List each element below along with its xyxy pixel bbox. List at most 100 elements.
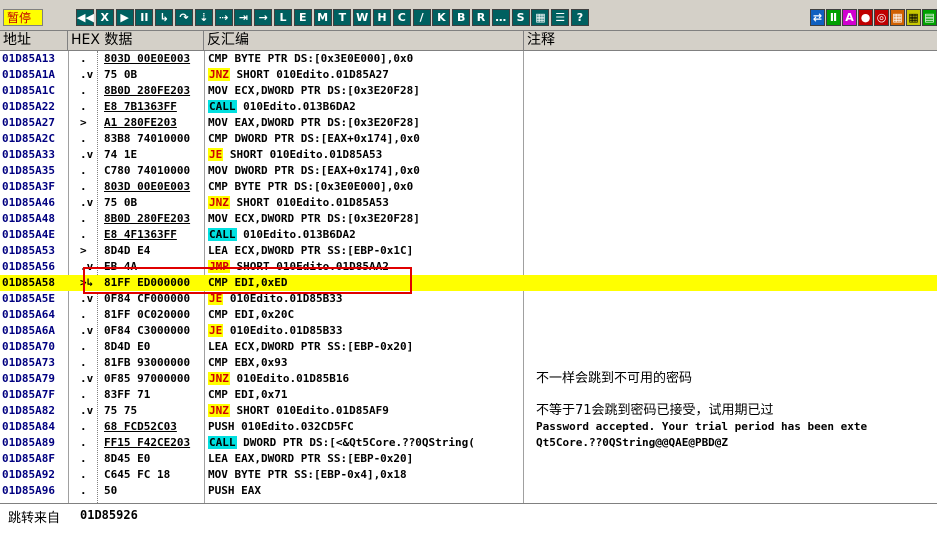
window-w-icon[interactable]: W	[353, 9, 372, 26]
disasm-row[interactable]: 01D85A4E. E8 4F1363FF CALL 010Edito.013B6D…	[0, 227, 937, 243]
operands: 010Edito.01D85B16	[229, 372, 350, 385]
operands: CMP EBX,0x93	[208, 356, 288, 369]
grid2-icon[interactable]: ▦	[890, 9, 905, 26]
operands: PUSH 010Edito.032CD5FC	[208, 420, 354, 433]
row-disasm: JE SHORT 010Edito.01D85A53	[208, 147, 522, 163]
step-over-icon[interactable]: ↷	[175, 9, 193, 26]
jump-marker: .	[80, 84, 87, 97]
disasm-row[interactable]: 01D85A33 .v 74 1E JE SHORT 010Edito.01D85A5…	[0, 147, 937, 163]
disasm-row[interactable]: 01D85A73. 81FB 93000000 CMP EBX,0x93	[0, 355, 937, 371]
row-hex: 75 0B	[104, 195, 200, 211]
window-l-icon[interactable]: L	[274, 9, 292, 26]
grid-icon[interactable]: ▦	[531, 9, 550, 26]
close-icon[interactable]: X	[95, 9, 114, 26]
row-hex: E8 4F1363FF	[104, 227, 200, 243]
window-r-icon[interactable]: R	[472, 9, 490, 26]
row-disasm: MOV EAX,DWORD PTR DS:[0x3E20F28]	[208, 115, 522, 131]
row-comment: Password accepted. Your trial period has…	[536, 420, 868, 433]
plugin-icon[interactable]: Ⅱ	[826, 9, 841, 26]
header-address[interactable]: 地址	[0, 31, 68, 50]
jump-marker: .	[80, 100, 87, 113]
window-k-icon[interactable]: K	[432, 9, 451, 26]
disasm-row[interactable]: 01D85A6A .v 0F84 C3000000 JE 010Edito.01D85…	[0, 323, 937, 339]
row-disasm: MOV DWORD PTR DS:[EAX+0x174],0x0	[208, 163, 522, 179]
row-hex: 8D4D E0	[104, 339, 200, 355]
operands: 010Edito.01D85B33	[223, 324, 343, 337]
record-icon[interactable]: ●	[858, 9, 873, 26]
pause-icon[interactable]: II	[135, 9, 154, 26]
window-t-icon[interactable]: T	[333, 9, 352, 26]
help-icon[interactable]: ?	[571, 9, 589, 26]
header-comment[interactable]: 注释	[524, 31, 937, 50]
disasm-row[interactable]: 01D85A84. 68 FCD52C03 PUSH 010Edito.032CD5…	[0, 419, 937, 435]
disasm-row[interactable]: 01D85A96. 50 PUSH EAX	[0, 483, 937, 499]
highlight-box	[83, 267, 412, 294]
window-slash-icon[interactable]: /	[412, 9, 431, 26]
options-icon[interactable]: ☰	[551, 9, 570, 26]
operands: LEA ECX,DWORD PTR SS:[EBP-0x20]	[208, 340, 414, 353]
cells-icon[interactable]: ▤	[922, 9, 937, 26]
window-s-icon[interactable]: S	[511, 9, 530, 26]
disasm-row[interactable]: 01D85A92. C645 FC 18 MOV BYTE PTR SS:[EBP-…	[0, 467, 937, 483]
disasm-row[interactable]: 01D85A48. 8B0D 280FE203 MOV ECX,DWORD PTR …	[0, 211, 937, 227]
row-address: 01D85A7F	[2, 388, 55, 401]
header-disasm[interactable]: 反汇编	[204, 31, 524, 50]
disasm-row[interactable]: 01D85A46 .v 75 0B JNZ SHORT 010Edito.01D85A…	[0, 195, 937, 211]
target-icon[interactable]: ◎	[874, 9, 889, 26]
row-hex: C645 FC 18	[104, 467, 200, 483]
row-disasm: CMP BYTE PTR DS:[0x3E0E000],0x0	[208, 51, 522, 67]
hex-bytes: 0F85 97000000	[104, 372, 191, 385]
operands: SHORT 010Edito.01D85AF9	[229, 404, 389, 417]
disasm-row[interactable]: 01D85A82 .v 75 75 JNZ SHORT 010Edito.01D85A…	[0, 403, 937, 419]
disasm-row[interactable]: 01D85A27 > A1 280FE203 MOV EAX,DWORD PTR DS…	[0, 115, 937, 131]
window-m-icon[interactable]: M	[313, 9, 332, 26]
disasm-row[interactable]: 01D85A22. E8 7B1363FF CALL 010Edito.013B6D…	[0, 99, 937, 115]
grid3-icon[interactable]: ▦	[906, 9, 921, 26]
operands: DWORD PTR DS:[<&Qt5Core.??0QString(	[236, 436, 475, 449]
disasm-row[interactable]: 01D85A64. 81FF 0C020000 CMP EDI,0x20C	[0, 307, 937, 323]
disasm-row[interactable]: 01D85A8F. 8D45 E0 LEA EAX,DWORD PTR SS:[EB…	[0, 451, 937, 467]
row-hex: 83FF 71	[104, 387, 200, 403]
letter-a-icon[interactable]: A	[842, 9, 857, 26]
hex-bytes: 8D4D E0	[104, 340, 151, 353]
rewind-icon[interactable]: ◀◀	[76, 9, 94, 26]
disasm-row[interactable]: 01D85A2C. 83B8 74010000 CMP DWORD PTR DS:[…	[0, 131, 937, 147]
jump-marker: .	[80, 308, 87, 321]
row-disasm: PUSH 010Edito.032CD5FC	[208, 419, 522, 435]
window-dots-icon[interactable]: …	[491, 9, 510, 26]
disasm-row[interactable]: 01D85A79 .v 0F85 97000000 JNZ 010Edito.01D8…	[0, 371, 937, 387]
row-disasm: LEA EAX,DWORD PTR SS:[EBP-0x20]	[208, 451, 522, 467]
disasm-row[interactable]: 01D85A70. 8D4D E0 LEA ECX,DWORD PTR SS:[EB…	[0, 339, 937, 355]
jump-marker: .	[80, 180, 87, 193]
header-hex[interactable]: HEX 数据	[68, 31, 204, 50]
row-hex: 8B0D 280FE203	[104, 211, 200, 227]
disasm-row[interactable]: 01D85A53 >8D4D E4 LEA ECX,DWORD PTR SS:[EB…	[0, 243, 937, 259]
disasm-row[interactable]: 01D85A1A .v 75 0B JNZ SHORT 010Edito.01D85A…	[0, 67, 937, 83]
goto-icon[interactable]: →	[254, 9, 273, 26]
window-h-icon[interactable]: H	[373, 9, 391, 26]
step-into-icon[interactable]: ↳	[155, 9, 174, 26]
switch-icon[interactable]: ⇄	[810, 9, 825, 26]
disasm-row[interactable]: 01D85A13. 803D 00E0E003 CMP BYTE PTR DS:[0…	[0, 51, 937, 67]
mnemonic: JE	[208, 324, 224, 337]
operands: MOV BYTE PTR SS:[EBP-0x4],0x18	[208, 468, 407, 481]
row-hex: 75 75	[104, 403, 200, 419]
row-disasm: JNZ SHORT 010Edito.01D85A53	[208, 195, 522, 211]
hex-bytes: 8D4D E4	[104, 244, 151, 257]
disasm-row[interactable]: 01D85A1C. 8B0D 280FE203 MOV ECX,DWORD PTR …	[0, 83, 937, 99]
disasm-row[interactable]: 01D85A3F. 803D 00E0E003 CMP BYTE PTR DS:[0…	[0, 179, 937, 195]
trace-over-icon[interactable]: ⇢	[214, 9, 233, 26]
trace-into-icon[interactable]: ⇣	[194, 9, 213, 26]
execute-till-return-icon[interactable]: ⇥	[234, 9, 253, 26]
disasm-row[interactable]: 01D85A7F. 83FF 71 CMP EDI,0x71	[0, 387, 937, 403]
window-e-icon[interactable]: E	[293, 9, 312, 26]
row-hex: 81FF 0C020000	[104, 307, 200, 323]
window-c-icon[interactable]: C	[392, 9, 411, 26]
disasm-row[interactable]: 01D85A35. C780 74010000 MOV DWORD PTR DS:[…	[0, 163, 937, 179]
disasm-row[interactable]: 01D85A89. FF15 F42CE203 CALL DWORD PTR DS:…	[0, 435, 937, 451]
play-icon[interactable]: ▶	[115, 9, 134, 26]
row-address: 01D85A92	[2, 468, 55, 481]
window-b-icon[interactable]: B	[452, 9, 471, 26]
jump-marker: .	[80, 212, 87, 225]
row-address: 01D85A53	[2, 244, 55, 257]
